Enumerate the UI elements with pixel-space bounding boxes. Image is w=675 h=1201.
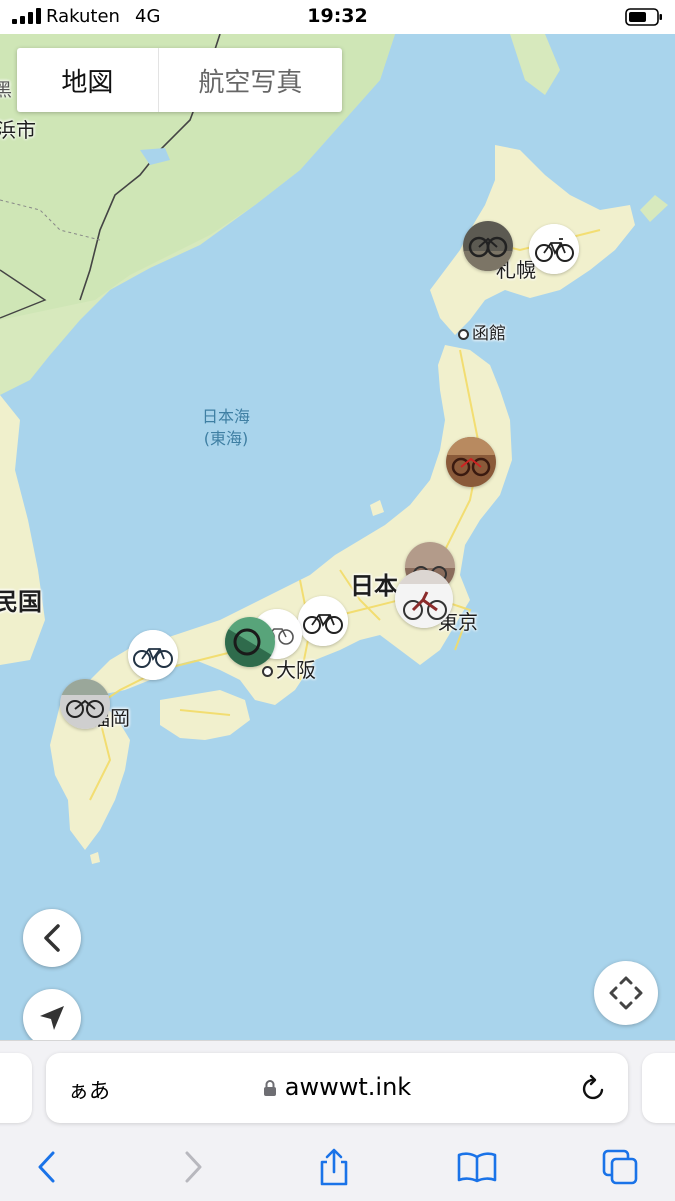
bicycle-icon bbox=[298, 596, 348, 646]
book-icon bbox=[457, 1152, 497, 1183]
bike-marker-chugoku[interactable] bbox=[128, 630, 178, 680]
bike-photo-icon bbox=[225, 617, 275, 667]
browser-back-button[interactable] bbox=[25, 1145, 69, 1189]
bike-marker-photo-fukuoka[interactable] bbox=[60, 679, 110, 729]
bike-marker-photo-tohoku[interactable] bbox=[446, 437, 496, 487]
expand-arrows-icon bbox=[609, 976, 643, 1010]
hakodate-text: 函館 bbox=[472, 324, 506, 344]
bike-photo-icon bbox=[395, 570, 453, 628]
map-label-hakodate: 函館 bbox=[458, 319, 506, 344]
url-display[interactable]: awwwt.ink bbox=[46, 1073, 628, 1101]
status-bar: Rakuten 4G 19:32 bbox=[0, 0, 675, 34]
map-label-edge-partial: 黑 bbox=[0, 80, 12, 101]
map-type-map-button[interactable]: 地図 bbox=[17, 48, 158, 112]
tabs-button[interactable] bbox=[598, 1145, 642, 1189]
bicycle-icon bbox=[128, 630, 178, 680]
bike-marker-chubu[interactable] bbox=[298, 596, 348, 646]
map-canvas bbox=[0, 34, 675, 1040]
map-type-aerial-button[interactable]: 航空写真 bbox=[157, 48, 342, 112]
chevron-left-icon bbox=[38, 1151, 55, 1183]
bicycle-icon bbox=[529, 224, 579, 274]
bike-photo-icon bbox=[446, 437, 496, 487]
browser-toolbar bbox=[0, 1141, 675, 1191]
bookmarks-button[interactable] bbox=[455, 1145, 499, 1189]
address-bar[interactable]: ぁあ awwwt.ink bbox=[46, 1053, 628, 1123]
sea-label-line1: 日本海 bbox=[201, 407, 250, 426]
bike-photo-icon bbox=[60, 679, 110, 729]
city-dot bbox=[262, 666, 273, 677]
bike-photo-icon bbox=[463, 221, 513, 271]
map-label-city-partial: 浜市 bbox=[0, 118, 36, 142]
fullscreen-button[interactable] bbox=[594, 961, 658, 1025]
map-type-toggle: 地図 航空写真 bbox=[17, 48, 342, 112]
url-text: awwwt.ink bbox=[284, 1073, 412, 1101]
browser-forward-button[interactable] bbox=[171, 1145, 215, 1189]
back-button[interactable] bbox=[23, 909, 81, 967]
map-label-japan: 日本 bbox=[350, 572, 398, 600]
share-button[interactable] bbox=[312, 1145, 356, 1189]
browser-bottom-bar: ぁあ awwwt.ink bbox=[0, 1040, 675, 1201]
reload-icon[interactable] bbox=[580, 1073, 608, 1103]
chevron-left-icon bbox=[44, 924, 60, 952]
city-dot bbox=[458, 328, 469, 340]
bike-marker-photo-sapporo[interactable] bbox=[463, 221, 513, 271]
map-label-korea-partial: 民国 bbox=[0, 588, 42, 616]
next-tab-preview[interactable] bbox=[642, 1053, 675, 1123]
lock-icon bbox=[263, 1080, 276, 1096]
map-label-sea-of-japan: 日本海 (東海) bbox=[194, 406, 258, 450]
sea-label-line2: (東海) bbox=[203, 429, 249, 448]
share-icon bbox=[320, 1148, 348, 1186]
navigation-arrow-icon bbox=[40, 1006, 64, 1030]
bike-marker-photo-tokyo[interactable] bbox=[395, 570, 453, 628]
battery-icon bbox=[625, 8, 662, 26]
status-time: 19:32 bbox=[307, 5, 368, 27]
chevron-right-icon bbox=[185, 1151, 202, 1183]
previous-tab-preview[interactable] bbox=[0, 1053, 32, 1123]
bike-marker-sapporo[interactable] bbox=[529, 224, 579, 274]
bike-marker-photo-kansai[interactable] bbox=[225, 617, 275, 667]
my-location-button[interactable] bbox=[23, 989, 81, 1040]
map-label-osaka: 大阪 bbox=[262, 654, 316, 683]
map-view[interactable]: 地図 航空写真 黑 浜市 民国 日本海 (東海) 札幌 函館 日本 東京 大阪 … bbox=[0, 34, 675, 1040]
osaka-text: 大阪 bbox=[276, 658, 316, 682]
tabs-icon bbox=[602, 1149, 638, 1185]
